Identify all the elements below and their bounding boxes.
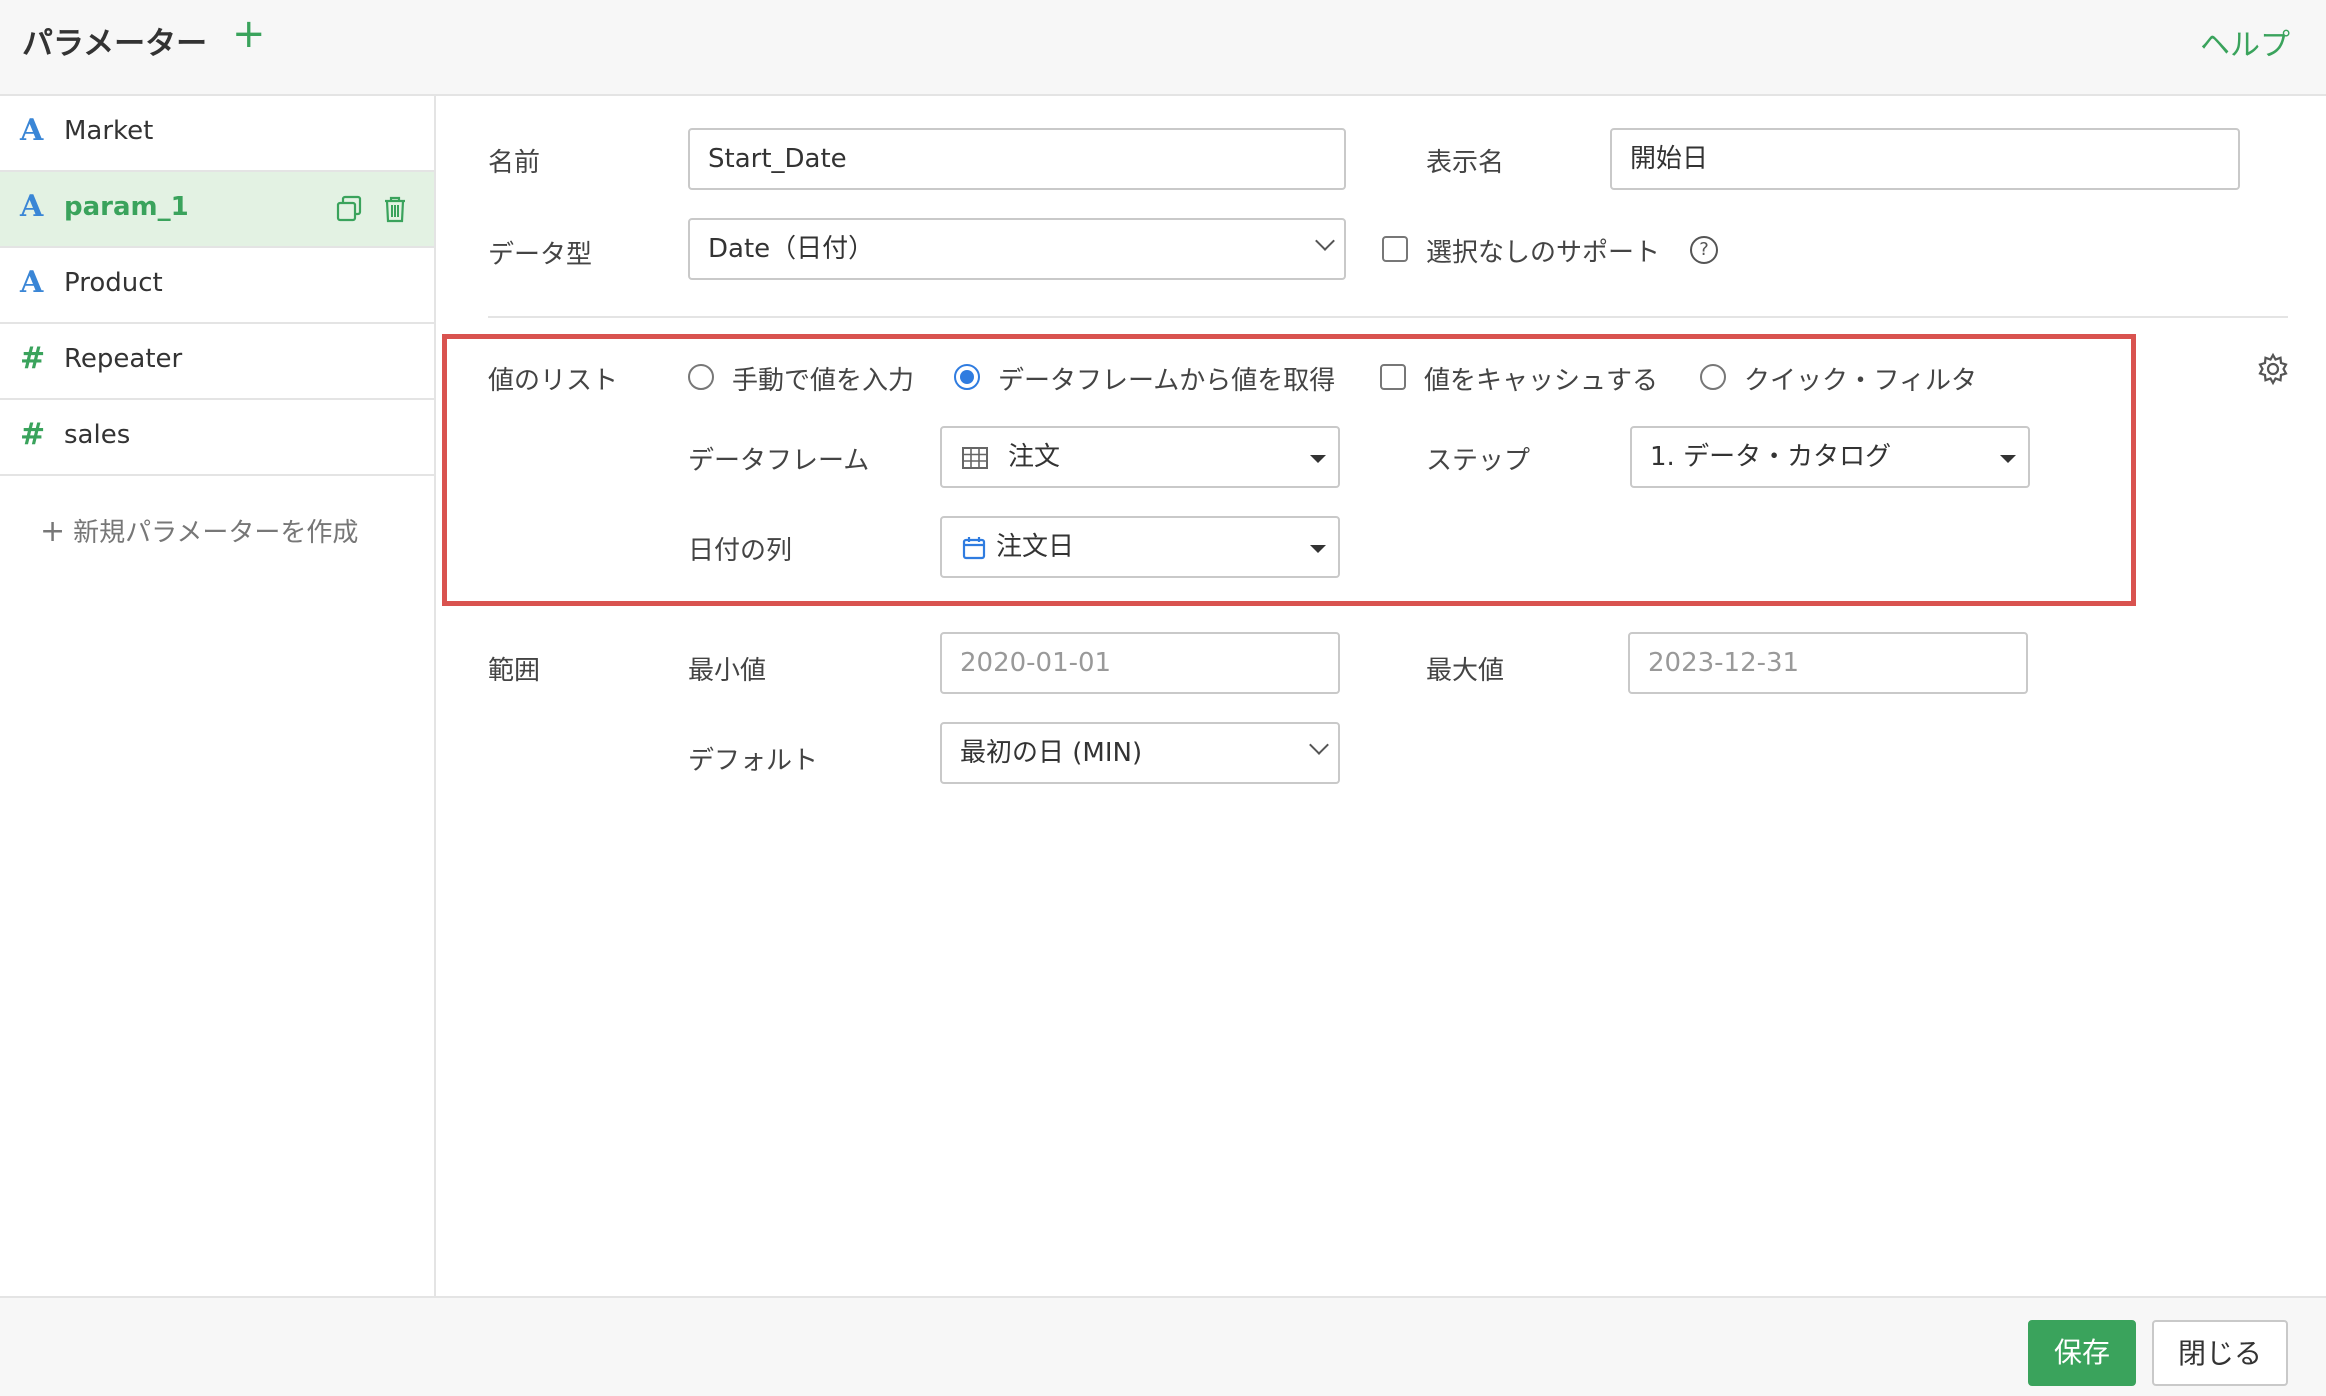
sidebar-item-label: Repeater	[64, 344, 183, 374]
max-label: 最大値	[1426, 656, 1505, 686]
caret-down-icon	[1310, 455, 1326, 463]
min-input[interactable]: 2020-01-01	[940, 632, 1340, 694]
caret-down-icon	[1310, 545, 1326, 553]
parameter-form: 名前 Start_Date 表示名 開始日 データ型 Date（日付） 選択なし…	[438, 96, 2326, 1296]
step-value: 1. データ・カタログ	[1650, 442, 1892, 472]
footer: 保存 閉じる	[0, 1296, 2326, 1396]
text-type-icon: A	[20, 113, 44, 148]
value-list-label: 値のリスト	[488, 366, 619, 396]
sidebar-item-product[interactable]: A Product	[0, 248, 434, 324]
radio-quick-filter[interactable]	[1700, 364, 1726, 390]
sidebar-item-label: param_1	[64, 192, 189, 222]
data-type-select[interactable]: Date（日付）	[688, 218, 1346, 280]
new-parameter-button[interactable]: + 新規パラメーターを作成	[40, 512, 358, 549]
radio-dataframe[interactable]	[954, 364, 980, 390]
number-type-icon: #	[20, 417, 46, 452]
name-label: 名前	[488, 148, 541, 178]
save-button[interactable]: 保存	[2028, 1320, 2136, 1386]
radio-manual[interactable]	[688, 364, 714, 390]
max-input[interactable]: 2023-12-31	[1628, 632, 2028, 694]
table-icon	[962, 447, 988, 469]
default-select[interactable]: 最初の日 (MIN)	[940, 722, 1340, 784]
display-name-input[interactable]: 開始日	[1610, 128, 2240, 190]
close-button[interactable]: 閉じる	[2152, 1320, 2288, 1386]
min-label: 最小値	[688, 656, 767, 686]
plus-icon: +	[40, 514, 66, 549]
sidebar-item-param-1[interactable]: A param_1	[0, 172, 434, 248]
step-select[interactable]: 1. データ・カタログ	[1630, 426, 2030, 488]
number-type-icon: #	[20, 341, 46, 376]
name-input[interactable]: Start_Date	[688, 128, 1346, 190]
new-parameter-label: 新規パラメーターを作成	[73, 518, 359, 548]
dataframe-select[interactable]: 注文	[940, 426, 1340, 488]
sidebar-item-repeater[interactable]: # Repeater	[0, 324, 434, 400]
radio-dataframe-label: データフレームから値を取得	[998, 366, 1336, 396]
sidebar-item-sales[interactable]: # sales	[0, 400, 434, 476]
step-label: ステップ	[1426, 446, 1531, 476]
dataframe-value: 注文	[1008, 442, 1061, 472]
add-parameter-icon[interactable]: +	[232, 14, 266, 54]
page-title: パラメーター	[22, 26, 208, 62]
help-link[interactable]: ヘルプ	[2200, 20, 2290, 64]
date-column-value: 注文日	[996, 532, 1075, 562]
parameter-sidebar: A Market A param_1 A Product # Repeater …	[0, 96, 436, 1296]
radio-quick-filter-label: クイック・フィルタ	[1744, 366, 1977, 396]
help-circle-icon[interactable]: ?	[1690, 236, 1718, 264]
data-type-label: データ型	[488, 240, 593, 270]
no-selection-support-checkbox[interactable]	[1382, 236, 1408, 262]
sidebar-item-label: Market	[64, 116, 154, 146]
display-name-label: 表示名	[1426, 148, 1505, 178]
trash-icon[interactable]	[380, 194, 410, 224]
divider	[488, 316, 2288, 318]
sidebar-item-market[interactable]: A Market	[0, 96, 434, 172]
text-type-icon: A	[20, 189, 44, 224]
text-type-icon: A	[20, 265, 44, 300]
cache-values-label: 値をキャッシュする	[1424, 366, 1659, 396]
cache-values-checkbox[interactable]	[1380, 364, 1406, 390]
dataframe-label: データフレーム	[688, 446, 870, 476]
date-column-label: 日付の列	[688, 536, 793, 566]
chevron-down-icon	[1315, 231, 1335, 251]
copy-icon[interactable]	[334, 194, 364, 224]
default-label: デフォルト	[688, 746, 819, 776]
range-label: 範囲	[488, 656, 541, 686]
gear-icon[interactable]	[2256, 352, 2290, 386]
calendar-icon	[962, 537, 986, 560]
sidebar-item-label: sales	[64, 420, 131, 450]
header: パラメーター + ヘルプ	[0, 0, 2326, 96]
radio-manual-label: 手動で値を入力	[732, 366, 915, 396]
chevron-down-icon	[1309, 735, 1329, 755]
default-value: 最初の日 (MIN)	[960, 738, 1143, 768]
data-type-value: Date（日付）	[708, 234, 875, 264]
no-selection-support-label: 選択なしのサポート	[1426, 238, 1661, 268]
caret-down-icon	[2000, 455, 2016, 463]
sidebar-item-label: Product	[64, 268, 163, 298]
date-column-select[interactable]: 注文日	[940, 516, 1340, 578]
